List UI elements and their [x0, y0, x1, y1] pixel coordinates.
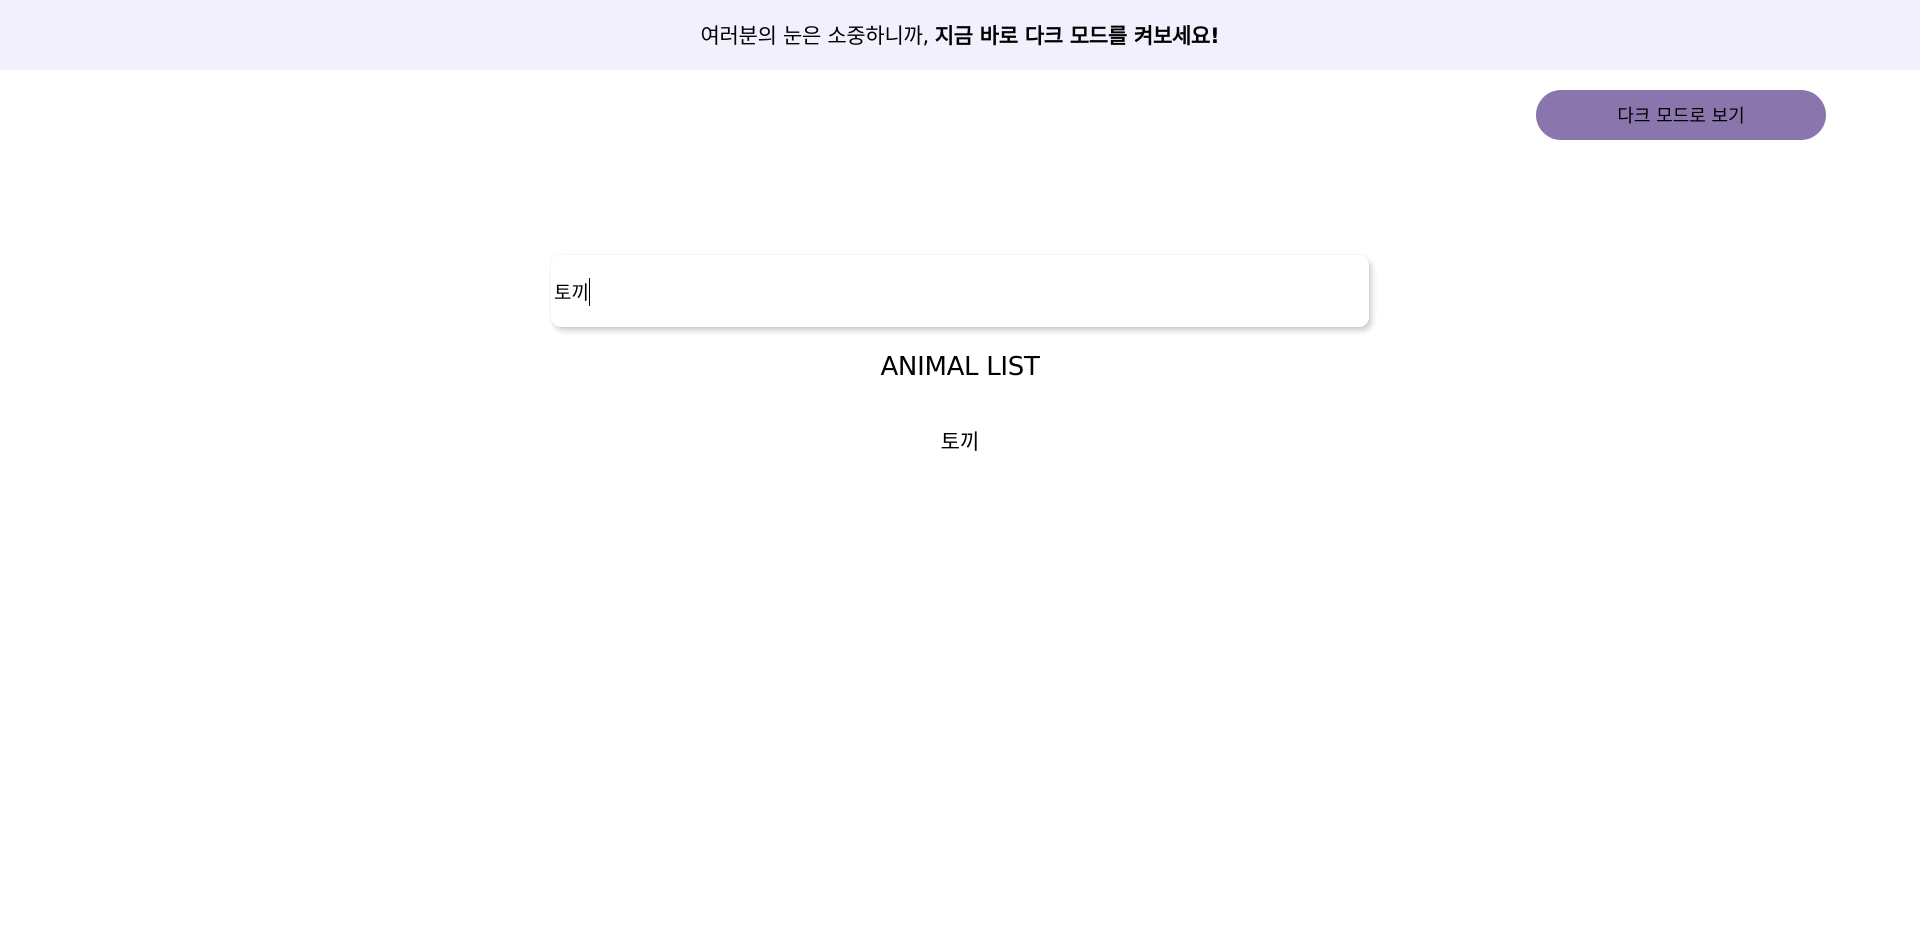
search-input[interactable] — [551, 255, 1369, 327]
list-title: ANIMAL LIST — [880, 352, 1040, 382]
list-item: 토끼 — [940, 430, 980, 454]
dark-mode-banner: 여러분의 눈은 소중하니까, 지금 바로 다크 모드를 켜보세요! — [0, 0, 1920, 70]
banner-strong-text: 지금 바로 다크 모드를 켜보세요! — [934, 24, 1220, 48]
banner-text: 여러분의 눈은 소중하니까, — [700, 24, 930, 48]
text-caret — [589, 278, 590, 306]
animal-list: 토끼 — [0, 426, 1920, 458]
search-box — [551, 255, 1369, 327]
dark-mode-button[interactable]: 다크 모드로 보기 — [1536, 90, 1826, 140]
